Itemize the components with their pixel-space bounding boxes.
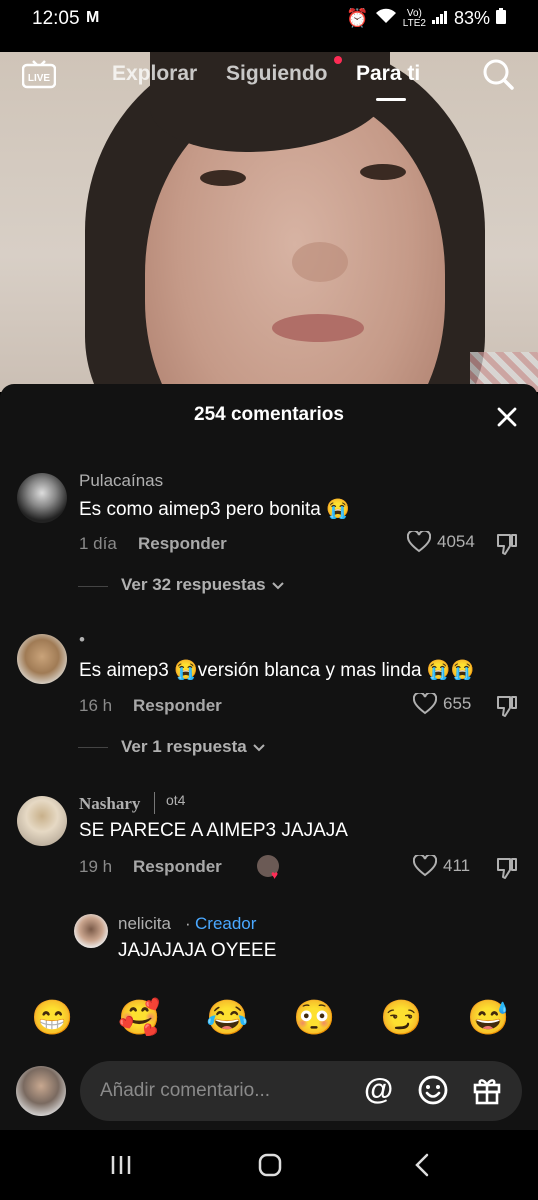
video-nose	[292, 242, 348, 282]
battery-icon	[496, 8, 506, 29]
comment-username[interactable]: Nashary	[79, 794, 140, 814]
view-replies-label: Ver 1 respuesta	[121, 737, 247, 756]
dislike-icon[interactable]	[494, 531, 520, 557]
creator-badge: Creador	[195, 914, 257, 933]
live-icon[interactable]: LIVE	[21, 60, 57, 90]
like-button[interactable]: 655	[413, 693, 471, 715]
notification-dot	[334, 56, 342, 64]
comment-text: Es como aimep3 pero bonita 😭	[79, 499, 350, 520]
creator-heart-icon: ♥	[271, 868, 279, 882]
emoji-button[interactable]: 😏	[380, 998, 422, 1038]
alarm-icon: ⏰	[346, 8, 369, 28]
avatar[interactable]	[17, 634, 67, 684]
tab-siguiendo[interactable]: Siguiendo	[226, 62, 328, 86]
like-button[interactable]: 411	[413, 855, 470, 877]
chevron-down-icon	[252, 737, 265, 757]
heart-icon	[407, 531, 431, 553]
tab-explorar[interactable]: Explorar	[112, 62, 197, 86]
dislike-icon[interactable]	[494, 855, 520, 881]
avatar[interactable]	[17, 796, 67, 846]
recent-apps-icon[interactable]	[108, 1152, 134, 1183]
comment-text: SE PARECE A AIMEP3 JAJAJA	[79, 820, 348, 841]
system-nav-bar	[0, 1130, 538, 1200]
reply-button[interactable]: Responder	[133, 857, 222, 877]
video-eye-right	[360, 164, 406, 180]
battery-percent: 83%	[453, 8, 490, 28]
like-count: 4054	[437, 532, 475, 551]
status-icons: ⏰ Vo) LTE2 83%	[346, 8, 506, 29]
comments-title: 254 comentarios	[194, 404, 344, 425]
home-icon[interactable]	[257, 1152, 283, 1183]
view-replies-button[interactable]: Ver 1 respuesta	[121, 737, 265, 757]
comment-input-placeholder: Añadir comentario...	[100, 1080, 271, 1101]
view-replies-label: Ver 32 respuestas	[121, 575, 266, 594]
emoji-row: 😁 🥰 😂 😳 😏 😅	[0, 998, 538, 1048]
gift-icon[interactable]	[471, 1074, 503, 1111]
comment-username[interactable]: •	[79, 630, 85, 650]
heart-icon	[413, 693, 437, 715]
mail-icon: M	[86, 9, 100, 26]
comment-username[interactable]: Pulacaínas	[79, 471, 163, 491]
like-count: 655	[443, 694, 472, 713]
comment-time: 1 día	[79, 534, 117, 553]
tab-underline	[376, 98, 406, 101]
top-nav: LIVE Explorar Siguiendo Para ti	[0, 52, 538, 112]
heart-icon	[413, 855, 437, 877]
wifi-icon	[375, 8, 397, 29]
emoji-button[interactable]: 🥰	[118, 998, 160, 1038]
emoji-picker-icon[interactable]	[417, 1074, 449, 1111]
video-lips	[272, 314, 364, 342]
dislike-icon[interactable]	[494, 693, 520, 719]
chevron-down-icon	[271, 575, 284, 595]
status-bar: 12:05 M ⏰ Vo) LTE2 83%	[0, 0, 538, 38]
comment-text: Es aimep3 😭versión blanca y mas linda 😭😭	[79, 660, 475, 681]
network-label: Vo) LTE2	[402, 7, 426, 29]
avatar[interactable]	[17, 473, 67, 523]
emoji-button[interactable]: 😁	[31, 998, 73, 1038]
comment-input[interactable]: Añadir comentario... @	[80, 1061, 522, 1121]
reply-button[interactable]: Responder	[133, 696, 222, 716]
signal-icon	[431, 8, 448, 29]
emoji-button[interactable]: 😂	[206, 998, 248, 1038]
divider	[154, 792, 155, 814]
comment-text: JAJAJAJA OYEEE	[118, 940, 277, 961]
user-avatar[interactable]	[16, 1066, 66, 1116]
close-icon[interactable]	[494, 404, 520, 430]
back-icon[interactable]	[410, 1152, 436, 1183]
like-button[interactable]: 4054	[407, 531, 475, 553]
divider	[78, 586, 108, 587]
comment-username[interactable]: nelicita	[118, 914, 171, 934]
emoji-button[interactable]: 😅	[467, 998, 509, 1038]
search-icon[interactable]	[480, 56, 516, 92]
tab-para-ti[interactable]: Para ti	[356, 62, 420, 86]
view-replies-button[interactable]: Ver 32 respuestas	[121, 575, 284, 595]
status-time: 12:05	[32, 8, 80, 29]
avatar[interactable]	[74, 914, 108, 948]
emoji-button[interactable]: 😳	[293, 998, 335, 1038]
video-eye-left	[200, 170, 246, 186]
divider	[78, 747, 108, 748]
username-extra: ot4	[166, 792, 186, 808]
comment-time: 19 h	[79, 857, 113, 876]
comment-time: 16 h	[79, 696, 113, 715]
like-count: 411	[443, 856, 471, 875]
svg-text:LIVE: LIVE	[28, 73, 51, 84]
reply-button[interactable]: Responder	[138, 534, 227, 554]
creator-dot: ·	[185, 914, 191, 933]
mention-icon[interactable]: @	[364, 1073, 393, 1107]
